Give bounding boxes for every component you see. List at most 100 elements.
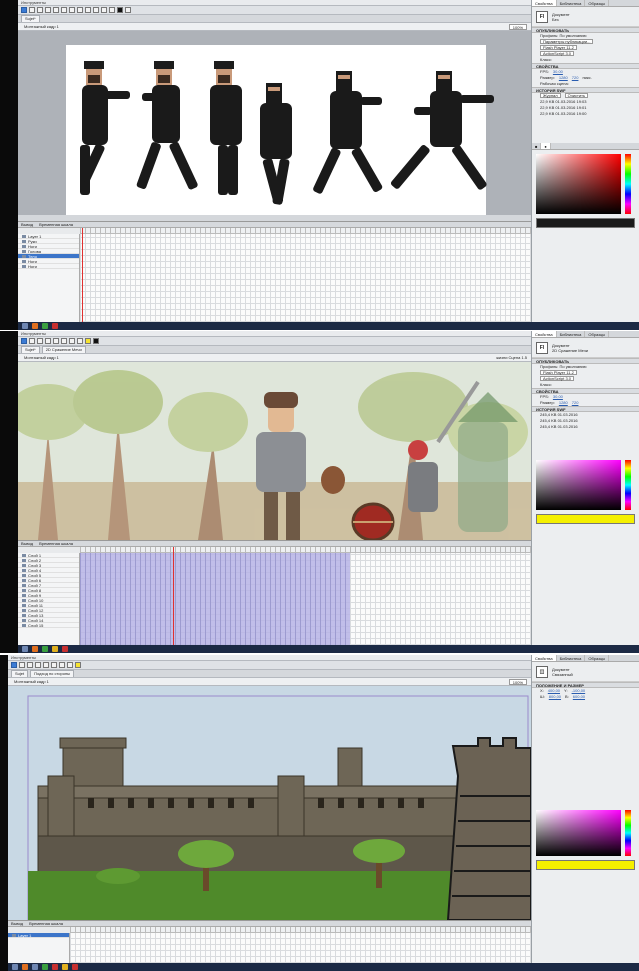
tab-document[interactable]: 2D Сражение Мечи <box>41 346 86 353</box>
scene-name[interactable]: Монтажный кадр 1 <box>24 354 59 361</box>
line-tool-icon[interactable] <box>61 338 67 344</box>
taskbar-app-icon[interactable] <box>52 323 58 329</box>
bucket-tool-icon[interactable] <box>101 7 107 13</box>
scene-name[interactable]: Монтажный кадр 1 <box>24 23 59 30</box>
color-picker[interactable] <box>536 810 631 856</box>
taskbar-app-icon[interactable] <box>42 646 48 652</box>
selection-tool-icon[interactable] <box>21 338 27 344</box>
player-select[interactable]: Flash Player 11.2 <box>540 45 577 50</box>
script-select[interactable]: ActionScript 3.0 <box>540 376 575 381</box>
tab-document[interactable]: Sujet* <box>21 15 40 22</box>
zoom-select[interactable]: 100% <box>508 24 527 30</box>
tab-document[interactable]: Sujet* <box>21 346 40 353</box>
playhead[interactable] <box>173 547 174 645</box>
transform-tool-icon[interactable] <box>37 338 43 344</box>
keyframe-span[interactable] <box>80 553 350 645</box>
fill-color-icon[interactable] <box>75 662 81 668</box>
taskbar-app-icon[interactable] <box>72 964 78 970</box>
transform-tool-icon[interactable] <box>37 7 43 13</box>
log-button[interactable]: Журнал <box>540 93 561 98</box>
width-value[interactable]: 1280 <box>559 400 568 406</box>
stroke-color-icon[interactable] <box>117 7 123 13</box>
brush-tool-icon[interactable] <box>67 662 73 668</box>
line-tool-icon[interactable] <box>69 7 75 13</box>
zoom-select[interactable]: 100% <box>508 679 527 685</box>
player-select[interactable]: Flash Player 11.2 <box>540 370 577 375</box>
pen-tool-icon[interactable] <box>53 7 59 13</box>
taskbar-app-icon[interactable] <box>62 964 68 970</box>
tab-swatches[interactable]: Образцы <box>585 331 610 337</box>
clear-button[interactable]: Очистить <box>564 93 589 98</box>
taskbar-app-icon[interactable] <box>52 964 58 970</box>
height-value[interactable]: 720 <box>572 75 579 81</box>
tab-swatches[interactable]: Образцы <box>585 0 610 6</box>
subselect-tool-icon[interactable] <box>19 662 25 668</box>
text-tool-icon[interactable] <box>53 338 59 344</box>
tab-output[interactable]: Вывод <box>21 222 33 227</box>
tab-library[interactable]: Библиотека <box>557 655 586 661</box>
subselect-tool-icon[interactable] <box>29 338 35 344</box>
pen-tool-icon[interactable] <box>35 662 41 668</box>
subselect-tool-icon[interactable] <box>29 7 35 13</box>
tab-timeline[interactable]: Временная шкала <box>39 222 73 227</box>
rect-tool-icon[interactable] <box>59 662 65 668</box>
height-value[interactable]: 720 <box>572 400 579 406</box>
taskbar-app-icon[interactable] <box>32 964 38 970</box>
tab-properties[interactable]: Свойства <box>532 655 557 661</box>
w-value[interactable]: 800,00 <box>549 694 561 700</box>
taskbar-app-icon[interactable] <box>42 323 48 329</box>
layer-row[interactable]: Слой 15 <box>18 623 79 628</box>
fill-color-icon[interactable] <box>125 7 131 13</box>
stage-canvas[interactable] <box>8 686 531 920</box>
tab-library[interactable]: Библиотека <box>557 0 586 6</box>
taskbar-app-icon[interactable] <box>62 646 68 652</box>
scene-name[interactable]: Монтажный кадр 1 <box>14 678 49 685</box>
tab-document[interactable]: Подход по стороны <box>30 670 75 677</box>
frame-grid[interactable] <box>80 553 531 645</box>
hue-slider[interactable] <box>625 154 631 214</box>
taskbar-app-icon[interactable] <box>22 964 28 970</box>
pen-tool-icon[interactable] <box>45 338 51 344</box>
taskbar-app-icon[interactable] <box>42 964 48 970</box>
rect-tool-icon[interactable] <box>69 338 75 344</box>
tab-swatches-2[interactable]: ■ <box>532 143 542 149</box>
tab-library[interactable]: Библиотека <box>557 331 586 337</box>
frame-grid[interactable] <box>80 234 531 322</box>
eyedropper-tool-icon[interactable] <box>109 7 115 13</box>
pencil-tool-icon[interactable] <box>85 7 91 13</box>
stage-canvas[interactable] <box>18 362 531 540</box>
lasso-tool-icon[interactable] <box>45 7 51 13</box>
tab-timeline[interactable]: Временная шкала <box>39 541 73 546</box>
tab-swatches[interactable]: Образцы <box>585 655 610 661</box>
tab-properties[interactable]: Свойства <box>532 331 557 337</box>
color-picker[interactable] <box>536 154 631 214</box>
line-tool-icon[interactable] <box>51 662 57 668</box>
brush-tool-icon[interactable] <box>77 338 83 344</box>
text-tool-icon[interactable] <box>61 7 67 13</box>
playhead[interactable] <box>82 228 83 322</box>
hue-slider[interactable] <box>625 460 631 510</box>
text-tool-icon[interactable] <box>43 662 49 668</box>
tab-properties[interactable]: Свойства <box>532 0 557 6</box>
stage-canvas[interactable] <box>18 31 531 221</box>
fill-color-icon[interactable] <box>85 338 91 344</box>
hue-slider[interactable] <box>625 810 631 856</box>
rect-tool-icon[interactable] <box>77 7 83 13</box>
taskbar-app-icon[interactable] <box>52 646 58 652</box>
breadcrumb[interactable]: жизни Сцена 1.5 <box>496 354 527 361</box>
tab-output[interactable]: Вывод <box>21 541 33 546</box>
frame-grid[interactable] <box>70 933 531 963</box>
color-picker[interactable] <box>536 460 631 510</box>
h-value[interactable]: 600,00 <box>573 694 585 700</box>
start-icon[interactable] <box>22 646 28 652</box>
tab-timeline[interactable]: Временная шкала <box>29 921 63 926</box>
start-icon[interactable] <box>12 964 18 970</box>
selection-tool-icon[interactable] <box>11 662 17 668</box>
stroke-color-icon[interactable] <box>93 338 99 344</box>
brush-tool-icon[interactable] <box>93 7 99 13</box>
tab-document[interactable]: Sujet <box>11 670 29 677</box>
taskbar-app-icon[interactable] <box>32 646 38 652</box>
start-icon[interactable] <box>22 323 28 329</box>
tab-output[interactable]: Вывод <box>11 921 23 926</box>
transform-tool-icon[interactable] <box>27 662 33 668</box>
